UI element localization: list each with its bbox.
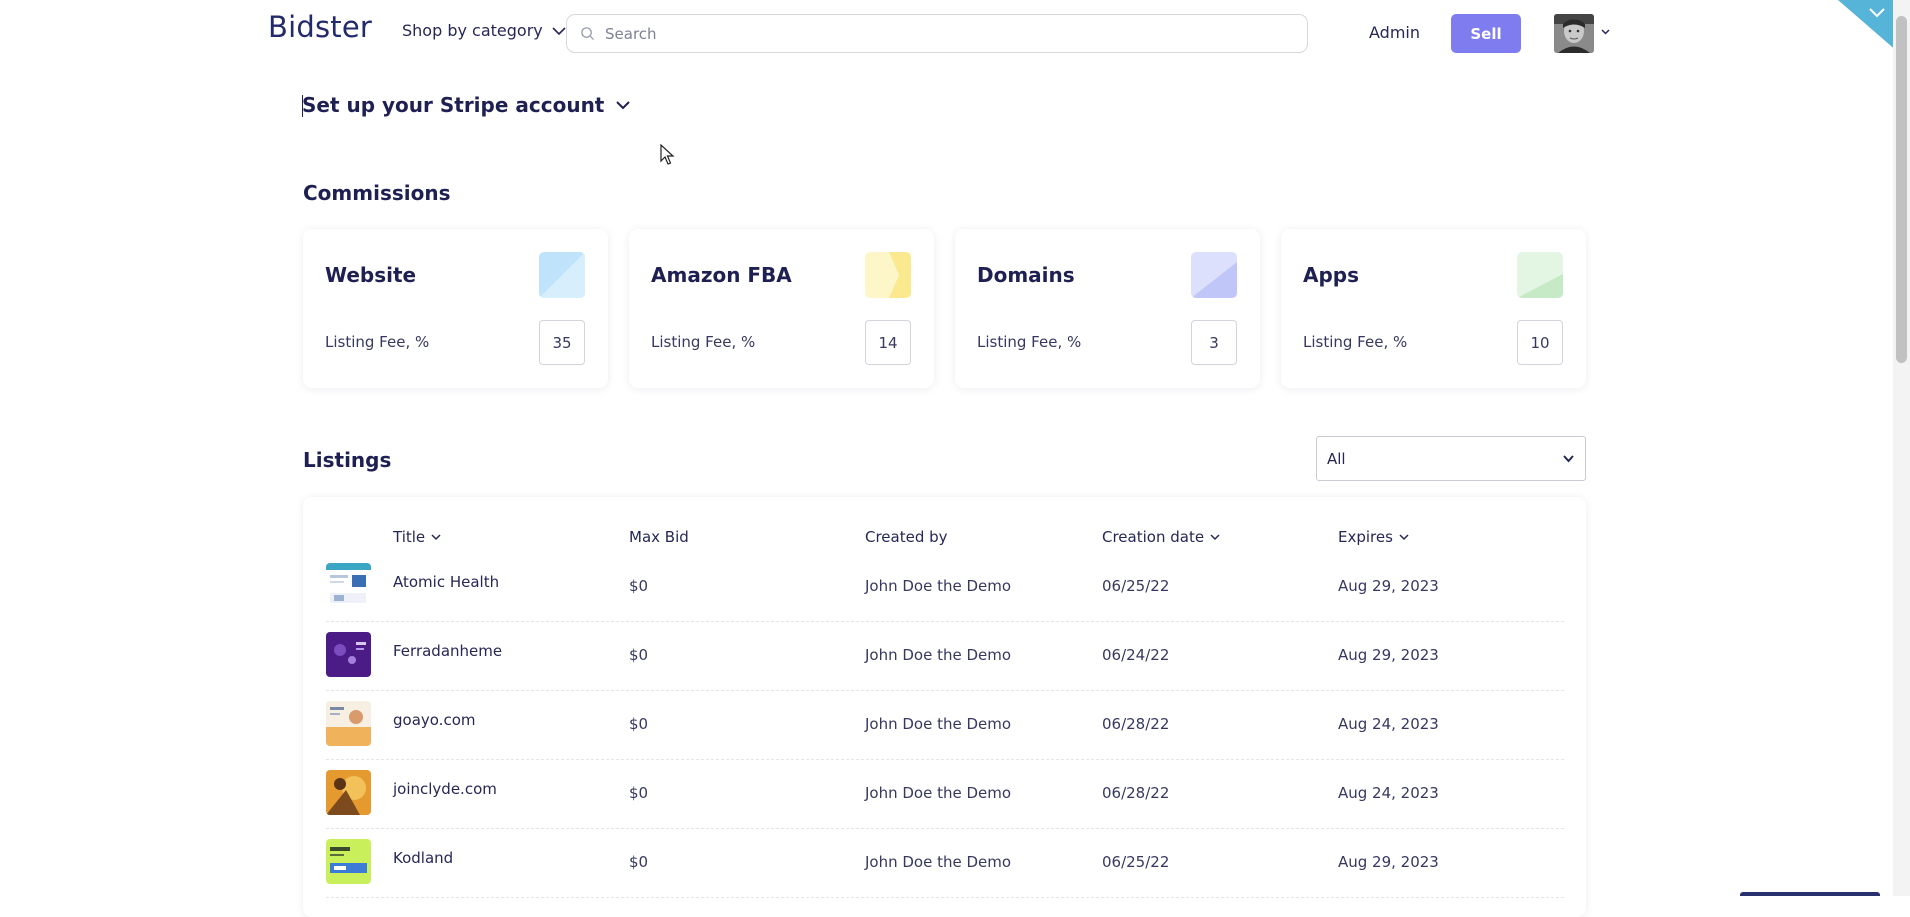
column-header-expires[interactable]: Expires [1338, 528, 1410, 546]
listing-created-by: John Doe the Demo [865, 646, 1012, 664]
listing-max-bid: $0 [629, 577, 649, 595]
commissions-heading: Commissions [303, 181, 451, 205]
bidster-logo[interactable]: Bidster [268, 10, 372, 44]
column-header-created-by: Created by [865, 528, 948, 546]
column-header-title[interactable]: Title [393, 528, 442, 546]
listing-expires: Aug 24, 2023 [1338, 715, 1439, 733]
commission-card-domains: Domains Listing Fee, % 3 [955, 229, 1260, 388]
card-title: Amazon FBA [651, 263, 792, 287]
card-title: Apps [1303, 263, 1360, 287]
listing-title[interactable]: Kodland [393, 849, 453, 867]
listing-max-bid: $0 [629, 784, 649, 802]
website-category-icon [539, 252, 585, 298]
table-row[interactable]: Atomic Health $0 John Doe the Demo 06/25… [326, 553, 1564, 622]
card-title: Domains [977, 263, 1075, 287]
search-bar[interactable] [566, 14, 1308, 53]
listing-fee-input[interactable]: 3 [1191, 320, 1237, 365]
table-row[interactable]: goayo.com $0 John Doe the Demo 06/28/22 … [326, 691, 1564, 760]
table-row[interactable]: joinclyde.com $0 John Doe the Demo 06/28… [326, 760, 1564, 829]
listing-title[interactable]: Ferradanheme [393, 642, 502, 660]
stripe-setup-toggle[interactable]: Set up your Stripe account [302, 93, 632, 117]
chevron-down-icon [1210, 534, 1220, 541]
listing-created-by: John Doe the Demo [865, 715, 1012, 733]
listing-title[interactable]: Atomic Health [393, 573, 499, 591]
listing-expires: Aug 29, 2023 [1338, 853, 1439, 871]
shop-by-category-label: Shop by category [402, 21, 543, 40]
listing-creation-date: 06/24/22 [1102, 646, 1170, 664]
mouse-pointer-icon [660, 144, 675, 165]
listing-creation-date: 06/25/22 [1102, 853, 1170, 871]
shop-by-category-dropdown[interactable]: Shop by category [402, 21, 567, 40]
search-icon [581, 27, 595, 41]
column-header-label: Created by [865, 528, 948, 546]
column-header-label: Title [393, 528, 426, 546]
commission-card-amazon-fba: Amazon FBA Listing Fee, % 14 [629, 229, 934, 388]
filter-selected-value: All [1327, 449, 1346, 468]
column-header-label: Expires [1338, 528, 1393, 546]
listing-creation-date: 06/28/22 [1102, 784, 1170, 802]
listing-fee-label: Listing Fee, % [651, 333, 756, 351]
listing-max-bid: $0 [629, 853, 649, 871]
listings-filter-select[interactable]: All [1316, 436, 1586, 481]
card-title: Website [325, 263, 417, 287]
listing-max-bid: $0 [629, 715, 649, 733]
chat-widget-tab[interactable] [1740, 892, 1880, 896]
apps-category-icon [1517, 252, 1563, 298]
listing-created-by: John Doe the Demo [865, 784, 1012, 802]
listing-title[interactable]: goayo.com [393, 711, 476, 729]
user-avatar[interactable] [1554, 14, 1594, 53]
listing-expires: Aug 24, 2023 [1338, 784, 1439, 802]
domains-category-icon [1191, 252, 1237, 298]
listing-fee-label: Listing Fee, % [325, 333, 430, 351]
listing-thumbnail [326, 770, 371, 815]
listing-creation-date: 06/25/22 [1102, 577, 1170, 595]
listing-created-by: John Doe the Demo [865, 853, 1012, 871]
chevron-down-icon [431, 534, 441, 541]
scrollbar-thumb[interactable] [1896, 16, 1907, 363]
listing-creation-date: 06/28/22 [1102, 715, 1170, 733]
listing-title[interactable]: joinclyde.com [393, 780, 497, 798]
listing-fee-label: Listing Fee, % [1303, 333, 1408, 351]
column-header-creation-date[interactable]: Creation date [1102, 528, 1221, 546]
top-navbar: Bidster Shop by category Admin Sell [0, 0, 1910, 66]
listing-thumbnail [326, 563, 371, 608]
column-header-label: Max Bid [629, 528, 689, 546]
listing-expires: Aug 29, 2023 [1338, 646, 1439, 664]
admin-link[interactable]: Admin [1369, 23, 1420, 42]
chevron-down-icon [616, 101, 631, 110]
commission-card-apps: Apps Listing Fee, % 10 [1281, 229, 1586, 388]
column-header-max-bid: Max Bid [629, 528, 689, 546]
table-row[interactable]: Ferradanheme $0 John Doe the Demo 06/24/… [326, 622, 1564, 691]
chevron-down-icon [1399, 534, 1409, 541]
listing-max-bid: $0 [629, 646, 649, 664]
chevron-down-icon [1563, 455, 1574, 463]
amazon-fba-category-icon [865, 252, 911, 298]
listing-thumbnail [326, 839, 371, 884]
stripe-setup-label: Set up your Stripe account [302, 93, 605, 117]
listing-fee-label: Listing Fee, % [977, 333, 1082, 351]
chevron-down-icon[interactable] [1600, 26, 1611, 37]
vertical-scrollbar[interactable] [1893, 0, 1910, 896]
sell-button[interactable]: Sell [1451, 14, 1521, 53]
table-row[interactable]: Kodland $0 John Doe the Demo 06/25/22 Au… [326, 829, 1564, 898]
commission-card-website: Website Listing Fee, % 35 [303, 229, 608, 388]
column-header-label: Creation date [1102, 528, 1205, 546]
listings-heading: Listings [303, 448, 392, 472]
listing-thumbnail [326, 632, 371, 677]
listing-fee-input[interactable]: 14 [865, 320, 911, 365]
listing-fee-input[interactable]: 10 [1517, 320, 1563, 365]
listing-created-by: John Doe the Demo [865, 577, 1012, 595]
chevron-down-icon [552, 26, 566, 35]
search-input[interactable] [603, 23, 1253, 44]
corner-ribbon-toggle[interactable] [1838, 0, 1898, 52]
listing-fee-input[interactable]: 35 [539, 320, 585, 365]
listing-thumbnail [326, 701, 371, 746]
listing-expires: Aug 29, 2023 [1338, 577, 1439, 595]
